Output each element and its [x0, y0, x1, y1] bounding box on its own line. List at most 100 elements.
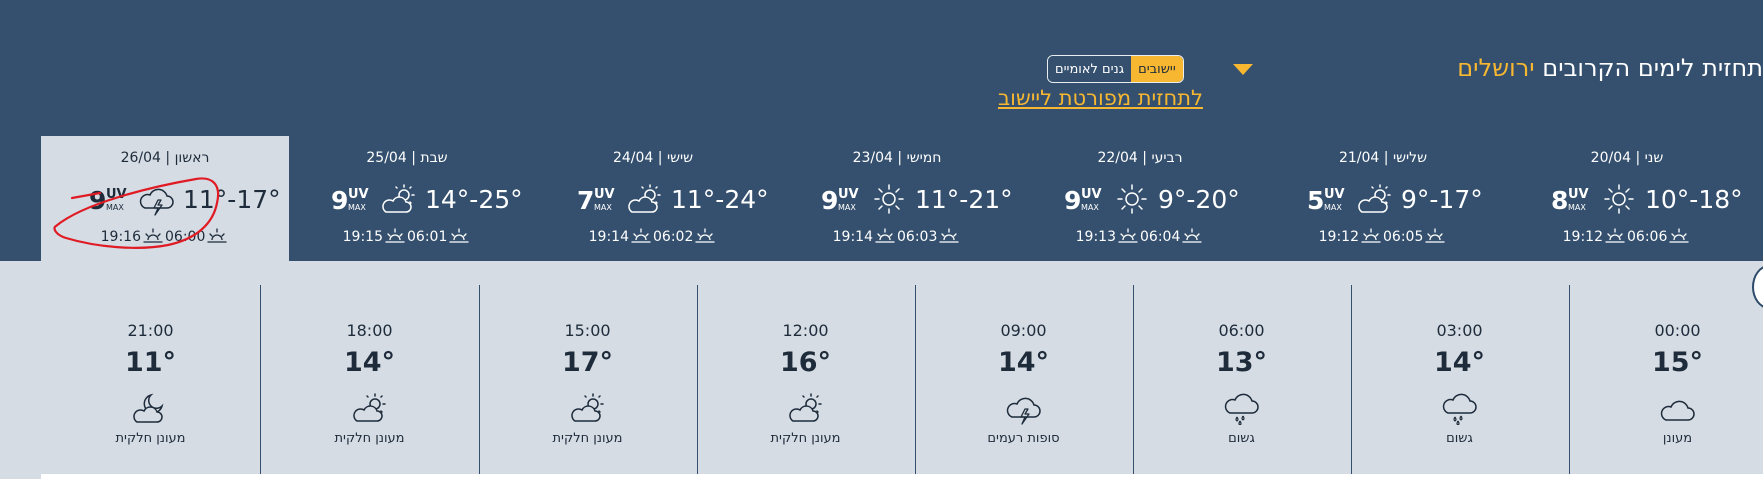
hour-slot-6: 03:00 14° גשום	[1350, 285, 1570, 475]
day-date: 25/04	[366, 150, 407, 166]
sunrise-time: 06:02	[653, 229, 694, 245]
uv-label: UV	[838, 187, 859, 202]
day-card-3[interactable]: 23/04 | חמישי 9 UV MAX 11°-21° 19:14 06:03	[773, 136, 1021, 261]
sunrise-icon	[1667, 228, 1691, 245]
sun-icon	[1604, 184, 1634, 214]
hour-temperature: 17°	[561, 347, 614, 378]
cloud-icon	[1660, 400, 1695, 421]
uv-index: 9 UV MAX	[821, 186, 861, 216]
sunset-icon	[629, 228, 653, 245]
day-name: חמישי	[906, 150, 942, 166]
hour-slot-0: 21:00 11° מעונן חלקית	[41, 285, 261, 475]
day-card-1[interactable]: 25/04 | שבת 9 UV MAX 14°-25° 19:15 06:01	[283, 136, 531, 261]
rain-cloud-icon	[1224, 393, 1259, 425]
day-card-0[interactable]: 26/04 | ראשון 9 UV MAX 11°-17° 19:16 06:00	[41, 136, 289, 261]
sunrise-time: 06:01	[407, 229, 448, 245]
uv-max-label: MAX	[348, 203, 366, 212]
city-name[interactable]: ירושלים	[1457, 54, 1534, 82]
sunrise-time: 06:05	[1383, 229, 1424, 245]
toggle-settlements[interactable]: יישובים	[1131, 56, 1183, 82]
sunset-time: 19:15	[342, 229, 383, 245]
hour-temperature: 14°	[997, 347, 1050, 378]
day-temperature: 11°-21°	[915, 185, 1013, 214]
day-name: שבת	[420, 150, 448, 166]
sunrise-icon	[937, 228, 961, 245]
uv-label: UV	[1568, 187, 1589, 202]
moon-cloud-icon	[133, 393, 164, 423]
partly-cloudy-icon	[1358, 184, 1391, 213]
hour-condition: גשום	[1228, 431, 1255, 446]
sun-icon	[874, 184, 904, 214]
page-title: תחזית לימים הקרובים ירושלים	[1457, 54, 1763, 86]
day-label: 21/04 | שלישי	[1338, 150, 1428, 166]
hour-condition: מעונן	[1662, 431, 1693, 446]
sunset-time: 19:12	[1562, 229, 1603, 245]
hour-slot-2: 15:00 17° מעונן חלקית	[478, 285, 698, 475]
sunrise-time: 06:03	[897, 229, 938, 245]
day-card-6[interactable]: 20/04 | שני 8 UV MAX 10°-18° 19:12 06:06	[1503, 136, 1751, 261]
day-card-4[interactable]: 22/04 | רביעי 9 UV MAX 9°-20° 19:13 06:04	[1016, 136, 1264, 261]
sunset-icon	[873, 228, 897, 245]
day-card-2[interactable]: 24/04 | שישי 7 UV MAX 11°-24° 19:14 06:02	[529, 136, 777, 261]
hour-temperature: 14°	[343, 347, 396, 378]
day-date: 21/04	[1338, 150, 1380, 166]
sunrise-icon	[205, 228, 229, 245]
day-name: שני	[1644, 150, 1664, 166]
uv-index: 7 UV MAX	[577, 186, 617, 216]
day-name: שישי	[666, 150, 694, 166]
sunrise-time: 06:06	[1627, 229, 1668, 245]
settlement-type-toggle: גנים לאומיים יישובים	[1047, 55, 1184, 83]
toggle-national-parks[interactable]: גנים לאומיים	[1048, 56, 1132, 82]
uv-max-label: MAX	[594, 203, 612, 212]
partly-cloudy-icon	[789, 393, 822, 422]
uv-value: 9	[331, 186, 349, 215]
uv-label: UV	[348, 187, 369, 202]
uv-max-label: MAX	[1324, 203, 1342, 212]
hour-condition: גשום	[1446, 431, 1473, 446]
sun-times: 19:14 06:02	[529, 226, 777, 245]
hour-slot-7: 00:00 15° מעונן	[1568, 285, 1763, 475]
uv-index: 8 UV MAX	[1551, 186, 1591, 216]
bottom-divider	[41, 474, 1763, 479]
rain-cloud-icon	[1442, 393, 1477, 425]
page-title-text: תחזית לימים הקרובים	[1542, 54, 1763, 82]
day-date: 26/04	[120, 150, 161, 166]
daily-forecast-row: 26/04 | ראשון 9 UV MAX 11°-17° 19:16 06:00 25/0…	[0, 136, 1763, 261]
hour-condition: סופות רעמים	[987, 431, 1060, 446]
day-label: 23/04 | חמישי	[852, 150, 942, 166]
day-temperature: 9°-20°	[1158, 185, 1240, 214]
day-temperature: 14°-25°	[425, 185, 523, 214]
uv-value: 9	[821, 186, 839, 215]
hour-slot-1: 18:00 14° מעונן חלקית	[260, 285, 480, 475]
day-label: 24/04 | שישי	[612, 150, 694, 166]
day-name: שלישי	[1392, 150, 1428, 166]
detailed-forecast-link[interactable]: לתחזית מפורטת ליישוב	[993, 86, 1203, 110]
day-label: 20/04 | שני	[1590, 150, 1664, 166]
city-dropdown-icon[interactable]	[1233, 64, 1253, 75]
uv-max-label: MAX	[1568, 203, 1586, 212]
uv-index: 9 UV MAX	[1064, 186, 1104, 216]
sun-icon	[1117, 184, 1147, 214]
sunrise-icon	[693, 228, 717, 245]
hour-temperature: 16°	[779, 347, 832, 378]
uv-index: 5 UV MAX	[1307, 186, 1347, 216]
day-name: רביעי	[1151, 150, 1183, 166]
hour-slot-4: 09:00 14° סופות רעמים	[914, 285, 1134, 475]
uv-value: 7	[577, 186, 595, 215]
cloud-lightning-icon	[139, 188, 174, 216]
partly-cloudy-icon	[353, 393, 386, 422]
day-label: 25/04 | שבת	[366, 150, 448, 166]
sunset-icon	[1603, 228, 1627, 245]
hour-slot-5: 06:00 13° גשום	[1132, 285, 1352, 475]
uv-value: 9	[1064, 186, 1082, 215]
day-card-5[interactable]: 21/04 | שלישי 5 UV MAX 9°-17° 19:12 06:05	[1259, 136, 1507, 261]
sun-times: 19:16 06:00	[41, 226, 289, 245]
hour-time: 00:00	[1654, 321, 1701, 340]
partly-cloudy-icon	[628, 184, 661, 213]
sunset-time: 19:14	[588, 229, 629, 245]
hour-time: 12:00	[782, 321, 829, 340]
day-date: 24/04	[612, 150, 654, 166]
sun-times: 19:12 06:05	[1259, 226, 1507, 245]
uv-label: UV	[1081, 187, 1102, 202]
hour-time: 21:00	[127, 321, 174, 340]
